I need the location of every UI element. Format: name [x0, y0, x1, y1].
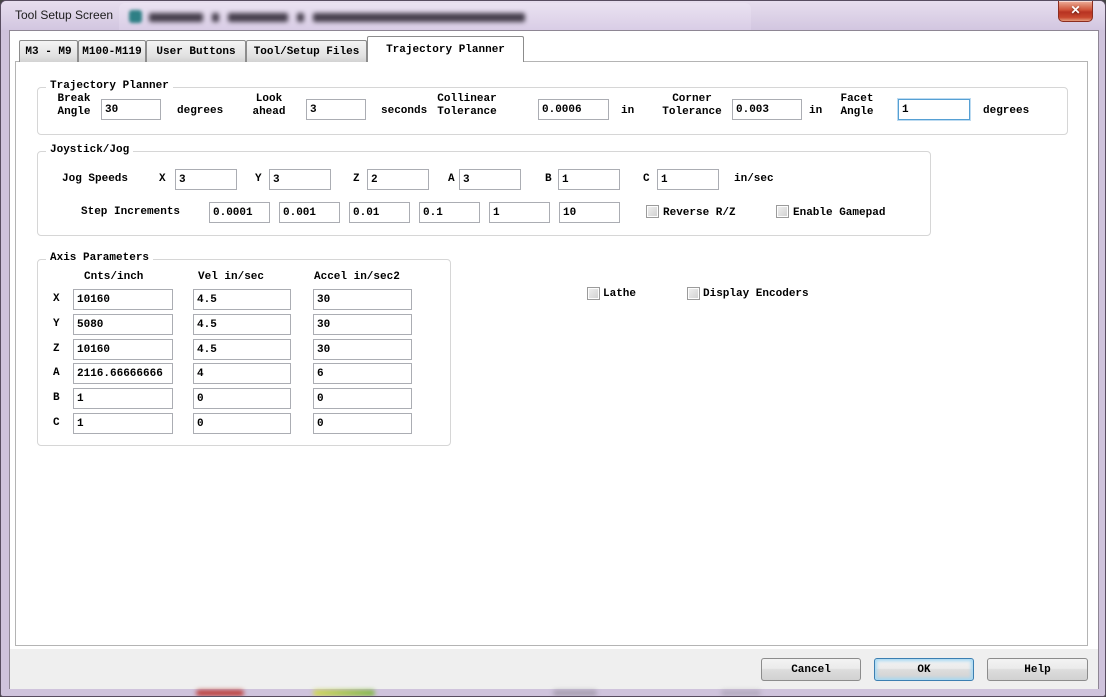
reverse-rz-label: Reverse R/Z: [663, 207, 736, 219]
axis-y-label: Y: [53, 318, 60, 330]
joystick-jog-group: Joystick/Jog: [37, 151, 931, 236]
reverse-rz-checkbox[interactable]: [646, 205, 659, 218]
window-title: Tool Setup Screen: [15, 8, 113, 22]
axis-a-label: A: [53, 367, 60, 379]
jog-speed-a-input[interactable]: [459, 169, 521, 190]
break-angle-label: BreakAngle: [45, 93, 103, 119]
step-increment-2-input[interactable]: [349, 202, 410, 223]
axis-z-accel-input[interactable]: [313, 339, 412, 360]
header-cnts-inch: Cnts/inch: [84, 271, 143, 283]
collinear-tolerance-unit: in: [621, 105, 634, 117]
look-ahead-input[interactable]: [306, 99, 366, 120]
jog-axis-a-label: A: [448, 173, 455, 185]
break-angle-unit: degrees: [177, 105, 223, 117]
axis-x-cnts-input[interactable]: [73, 289, 173, 310]
jog-speed-y-input[interactable]: [269, 169, 331, 190]
axis-parameters-group-label: Axis Parameters: [46, 252, 153, 264]
corner-tolerance-label: CornerTolerance: [659, 93, 725, 119]
axis-x-vel-input[interactable]: [193, 289, 291, 310]
tab-tool-setup-files[interactable]: Tool/Setup Files: [246, 40, 367, 62]
jog-axis-y-label: Y: [255, 173, 262, 185]
axis-a-cnts-input[interactable]: [73, 363, 173, 384]
trajectory-planner-group-label: Trajectory Planner: [46, 80, 173, 92]
axis-z-label: Z: [53, 343, 60, 355]
frame-green-blob: [313, 690, 375, 696]
axis-a-accel-input[interactable]: [313, 363, 412, 384]
look-ahead-label: Lookahead: [241, 93, 297, 119]
axis-x-accel-input[interactable]: [313, 289, 412, 310]
header-accel-in-sec2: Accel in/sec2: [314, 271, 400, 283]
close-button[interactable]: ✕: [1058, 1, 1093, 22]
axis-c-cnts-input[interactable]: [73, 413, 173, 434]
step-increment-3-input[interactable]: [419, 202, 480, 223]
jog-speed-z-input[interactable]: [367, 169, 429, 190]
axis-y-vel-input[interactable]: [193, 314, 291, 335]
facet-angle-label: FacetAngle: [831, 93, 883, 119]
axis-y-cnts-input[interactable]: [73, 314, 173, 335]
jog-axis-c-label: C: [643, 173, 650, 185]
axis-z-cnts-input[interactable]: [73, 339, 173, 360]
help-button[interactable]: Help: [987, 658, 1088, 681]
tab-user-buttons[interactable]: User Buttons: [146, 40, 246, 62]
collinear-tolerance-input[interactable]: [538, 99, 609, 120]
jog-axis-z-label: Z: [353, 173, 360, 185]
axis-z-vel-input[interactable]: [193, 339, 291, 360]
enable-gamepad-checkbox[interactable]: [776, 205, 789, 218]
lathe-label: Lathe: [603, 288, 636, 300]
jog-axis-b-label: B: [545, 173, 552, 185]
axis-b-accel-input[interactable]: [313, 388, 412, 409]
facet-angle-input[interactable]: [898, 99, 970, 120]
corner-tolerance-input[interactable]: [732, 99, 802, 120]
jog-speed-x-input[interactable]: [175, 169, 237, 190]
joystick-jog-group-label: Joystick/Jog: [46, 144, 133, 156]
axis-b-label: B: [53, 392, 60, 404]
jog-axis-x-label: X: [159, 173, 166, 185]
titlebar: Tool Setup Screen: [1, 1, 1105, 30]
background-app-icon: [129, 10, 142, 23]
ok-button[interactable]: OK: [874, 658, 974, 681]
step-increment-4-input[interactable]: [489, 202, 550, 223]
tool-setup-window: Tool Setup Screen ✕ M3 - M9 M100-M119 Us…: [0, 0, 1106, 697]
facet-angle-unit: degrees: [983, 105, 1029, 117]
cancel-button[interactable]: Cancel: [761, 658, 861, 681]
step-increments-label: Step Increments: [81, 206, 180, 218]
collinear-tolerance-label: CollinearTolerance: [433, 93, 501, 119]
close-icon: ✕: [1070, 3, 1080, 17]
enable-gamepad-label: Enable Gamepad: [793, 207, 885, 219]
frame-gray-blob-2: [721, 690, 761, 696]
break-angle-input[interactable]: [101, 99, 161, 120]
obscured-background-title: [149, 13, 525, 22]
jog-speed-b-input[interactable]: [558, 169, 620, 190]
jog-speeds-unit: in/sec: [734, 173, 774, 185]
step-increment-1-input[interactable]: [279, 202, 340, 223]
axis-b-cnts-input[interactable]: [73, 388, 173, 409]
display-encoders-label: Display Encoders: [703, 288, 809, 300]
lathe-checkbox[interactable]: [587, 287, 600, 300]
tab-m100-m119[interactable]: M100-M119: [78, 40, 146, 62]
step-increment-0-input[interactable]: [209, 202, 270, 223]
frame-gray-blob: [553, 690, 597, 696]
tab-m3-m9[interactable]: M3 - M9: [19, 40, 78, 62]
frame-red-blob: [196, 690, 244, 696]
axis-a-vel-input[interactable]: [193, 363, 291, 384]
axis-c-label: C: [53, 417, 60, 429]
axis-y-accel-input[interactable]: [313, 314, 412, 335]
step-increment-5-input[interactable]: [559, 202, 620, 223]
axis-c-accel-input[interactable]: [313, 413, 412, 434]
axis-b-vel-input[interactable]: [193, 388, 291, 409]
axis-x-label: X: [53, 293, 60, 305]
look-ahead-unit: seconds: [381, 105, 427, 117]
header-vel-in-sec: Vel in/sec: [198, 271, 264, 283]
tab-trajectory-planner[interactable]: Trajectory Planner: [367, 36, 524, 62]
corner-tolerance-unit: in: [809, 105, 822, 117]
jog-speeds-label: Jog Speeds: [62, 173, 128, 185]
display-encoders-checkbox[interactable]: [687, 287, 700, 300]
jog-speed-c-input[interactable]: [657, 169, 719, 190]
axis-c-vel-input[interactable]: [193, 413, 291, 434]
